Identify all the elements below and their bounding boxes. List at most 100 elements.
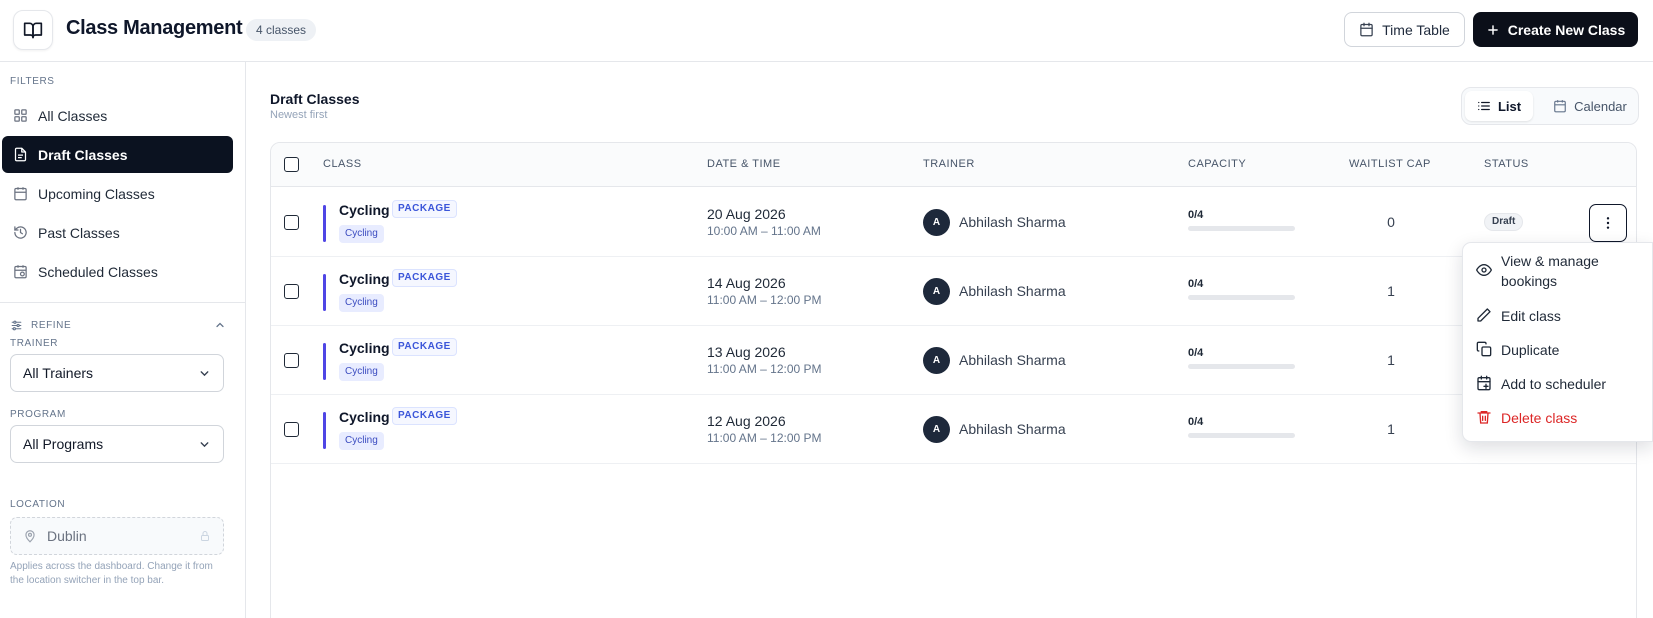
calendar-clock-icon bbox=[14, 265, 27, 279]
copy-icon bbox=[1476, 341, 1492, 357]
capacity-value: 0/4 bbox=[1188, 209, 1204, 221]
chevron-down-icon bbox=[200, 441, 209, 447]
calendar-plus-icon bbox=[1477, 375, 1491, 391]
waitlist-cap-value: 0 bbox=[1387, 214, 1395, 230]
program-tag: Cycling bbox=[339, 363, 384, 381]
capacity-value: 0/4 bbox=[1188, 416, 1204, 428]
calendar-view-label: Calendar bbox=[1574, 98, 1627, 114]
sliders-icon bbox=[11, 320, 22, 330]
program-label: PROGRAM bbox=[10, 409, 66, 420]
waitlist-cap-value: 1 bbox=[1387, 421, 1395, 437]
calendar-icon bbox=[1360, 22, 1373, 37]
column-header-date-time[interactable]: DATE & TIME bbox=[707, 158, 781, 170]
list-view-button[interactable]: List bbox=[1465, 91, 1533, 121]
time-table-button[interactable]: Time Table bbox=[1344, 12, 1465, 47]
class-date: 20 Aug 2026 bbox=[707, 206, 786, 222]
menu-item-edit-class[interactable]: Edit class bbox=[1476, 306, 1626, 326]
avatar: A bbox=[923, 278, 950, 305]
sidebar-item-scheduled-classes[interactable]: Scheduled Classes bbox=[2, 253, 233, 290]
trainer-name: Abhilash Sharma bbox=[959, 421, 1066, 437]
sidebar-item-draft-classes[interactable]: Draft Classes bbox=[2, 136, 233, 173]
location-value: Dublin bbox=[47, 528, 87, 544]
trash-icon bbox=[1477, 411, 1491, 424]
map-pin-icon bbox=[25, 530, 35, 543]
sidebar-item-label: Upcoming Classes bbox=[38, 185, 155, 202]
sidebar-item-past-classes[interactable]: Past Classes bbox=[2, 214, 233, 251]
refine-toggle[interactable]: REFINE bbox=[10, 316, 226, 334]
table-row[interactable]: Cycling PACKAGE Cycling 13 Aug 2026 11:0… bbox=[271, 326, 1636, 395]
column-header-class[interactable]: CLASS bbox=[323, 158, 362, 170]
sidebar-item-all-classes[interactable]: All Classes bbox=[2, 97, 233, 134]
plus-icon bbox=[1487, 24, 1498, 35]
create-new-class-button[interactable]: Create New Class bbox=[1473, 12, 1638, 47]
refine-label: REFINE bbox=[31, 319, 72, 331]
list-icon bbox=[1478, 101, 1490, 111]
capacity-bar bbox=[1188, 226, 1295, 231]
book-logo-icon[interactable] bbox=[13, 10, 53, 50]
document-icon bbox=[14, 147, 27, 162]
sidebar-divider bbox=[0, 302, 245, 303]
class-time: 11:00 AM – 12:00 PM bbox=[707, 431, 822, 445]
class-date: 12 Aug 2026 bbox=[707, 413, 786, 429]
row-checkbox[interactable] bbox=[284, 422, 299, 437]
class-time: 11:00 AM – 12:00 PM bbox=[707, 293, 822, 307]
class-count-badge: 4 classes bbox=[246, 19, 317, 41]
sidebar-item-label: Scheduled Classes bbox=[38, 263, 158, 280]
class-name: Cycling bbox=[339, 202, 390, 218]
class-color-bar bbox=[323, 274, 326, 311]
class-name: Cycling bbox=[339, 409, 390, 425]
lock-icon bbox=[201, 531, 209, 541]
table-header: CLASS DATE & TIME TRAINER CAPACITY WAITL… bbox=[271, 143, 1636, 187]
row-checkbox[interactable] bbox=[284, 215, 299, 230]
avatar: A bbox=[923, 416, 950, 443]
program-tag: Cycling bbox=[339, 294, 384, 312]
trainer-label: TRAINER bbox=[10, 338, 59, 349]
class-time: 11:00 AM – 12:00 PM bbox=[707, 362, 822, 376]
table-row[interactable]: Cycling PACKAGE Cycling 12 Aug 2026 11:0… bbox=[271, 395, 1636, 464]
page-title: Class Management bbox=[66, 17, 243, 39]
calendar-icon bbox=[1554, 100, 1566, 113]
program-tag: Cycling bbox=[339, 225, 384, 243]
class-color-bar bbox=[323, 343, 326, 380]
package-badge: PACKAGE bbox=[392, 407, 457, 425]
menu-item-label: Add to scheduler bbox=[1501, 376, 1607, 392]
avatar: A bbox=[923, 347, 950, 374]
more-vertical-icon bbox=[1606, 217, 1610, 229]
program-select[interactable]: All Programs bbox=[10, 425, 224, 463]
column-header-waitlist-cap[interactable]: WAITLIST CAP bbox=[1349, 158, 1431, 170]
menu-item-add-to-scheduler[interactable]: Add to scheduler bbox=[1476, 374, 1626, 394]
program-tag: Cycling bbox=[339, 432, 384, 450]
row-checkbox[interactable] bbox=[284, 353, 299, 368]
capacity-bar bbox=[1188, 295, 1295, 300]
class-date: 14 Aug 2026 bbox=[707, 275, 786, 291]
select-all-checkbox[interactable] bbox=[284, 157, 299, 172]
chevron-down-icon bbox=[200, 370, 209, 376]
menu-item-label: Edit class bbox=[1501, 308, 1561, 324]
trainer-select[interactable]: All Trainers bbox=[10, 354, 224, 392]
row-actions-button[interactable] bbox=[1589, 204, 1627, 242]
column-header-status[interactable]: STATUS bbox=[1484, 158, 1529, 170]
column-header-capacity[interactable]: CAPACITY bbox=[1188, 158, 1246, 170]
menu-item-duplicate[interactable]: Duplicate bbox=[1476, 340, 1626, 360]
history-icon bbox=[14, 226, 27, 239]
row-checkbox[interactable] bbox=[284, 284, 299, 299]
class-date: 13 Aug 2026 bbox=[707, 344, 786, 360]
menu-item-label: Delete class bbox=[1501, 410, 1578, 426]
program-select-value: All Programs bbox=[23, 436, 104, 452]
trainer-name: Abhilash Sharma bbox=[959, 283, 1066, 299]
location-label: LOCATION bbox=[10, 499, 66, 510]
location-help-text: Applies across the dashboard. Change it … bbox=[10, 561, 213, 586]
sidebar-item-upcoming-classes[interactable]: Upcoming Classes bbox=[2, 175, 233, 212]
menu-item-delete-class[interactable]: Delete class bbox=[1476, 408, 1626, 428]
capacity-value: 0/4 bbox=[1188, 278, 1204, 290]
table-row[interactable]: Cycling PACKAGE Cycling 14 Aug 2026 11:0… bbox=[271, 257, 1636, 326]
column-header-trainer[interactable]: TRAINER bbox=[923, 158, 975, 170]
calendar-view-button[interactable]: Calendar bbox=[1545, 91, 1635, 121]
chevron-up-icon bbox=[216, 322, 224, 328]
menu-item-view-manage-bookings[interactable]: View & manage bookings bbox=[1476, 251, 1626, 291]
classes-table: CLASS DATE & TIME TRAINER CAPACITY WAITL… bbox=[270, 142, 1637, 618]
class-color-bar bbox=[323, 205, 326, 242]
time-table-label: Time Table bbox=[1382, 21, 1450, 38]
pencil-icon bbox=[1477, 308, 1491, 322]
table-row[interactable]: Cycling PACKAGE Cycling 20 Aug 2026 10:0… bbox=[271, 188, 1636, 257]
